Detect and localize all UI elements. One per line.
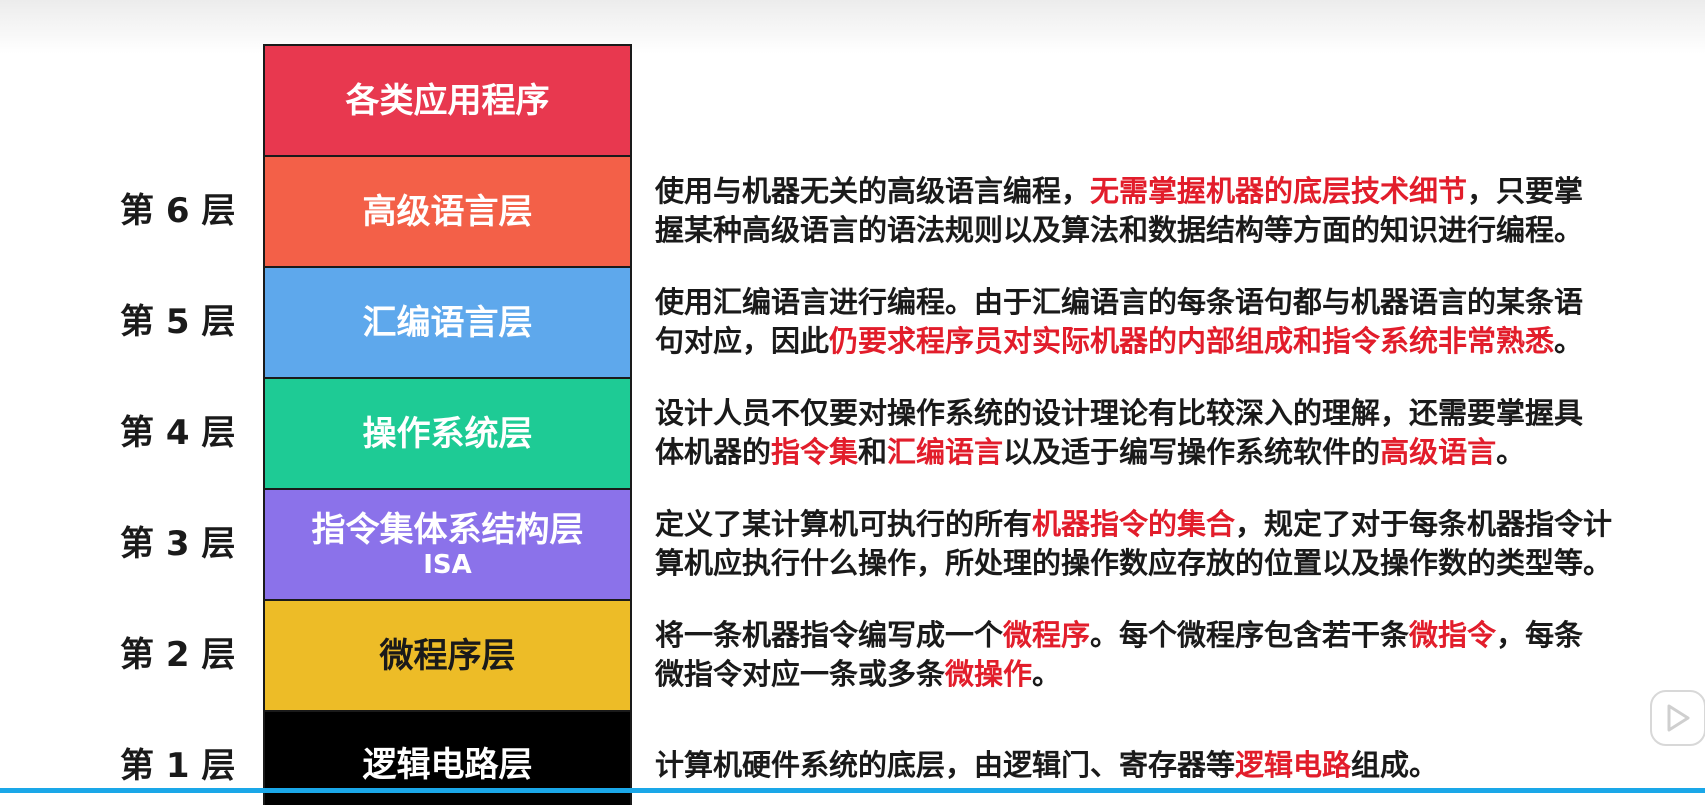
play-button[interactable] bbox=[1650, 690, 1705, 746]
desc-text: 计算机硬件系统的底层，由逻辑门、寄存器等 bbox=[655, 748, 1236, 782]
layer-label-l4: 第 4 层 bbox=[120, 412, 236, 453]
layer-name: 高级语言层 bbox=[362, 191, 533, 232]
layer-name: 操作系统层 bbox=[362, 413, 533, 454]
desc-text: 以及适于编写操作系统软件的 bbox=[1003, 434, 1381, 469]
desc-text: 微指令对应一条或多条 bbox=[655, 656, 946, 691]
layer-desc-l1: 计算机硬件系统的底层，由逻辑门、寄存器等逻辑电路组成。 bbox=[655, 746, 1705, 785]
desc-line: 握某种高级语言的语法规则以及算法和数据结构等方面的知识进行编程。 bbox=[655, 211, 1705, 250]
layer-name: 各类应用程序 bbox=[345, 80, 550, 121]
highlight-text: 微程序 bbox=[1003, 617, 1091, 652]
layer-box-l2: 微程序层 bbox=[265, 601, 630, 712]
highlight-text: 汇编语言 bbox=[887, 434, 1004, 469]
desc-line: 使用与机器无关的高级语言编程，无需掌握机器的底层技术细节，只要掌 bbox=[655, 172, 1705, 211]
highlight-text: 逻辑电路 bbox=[1235, 748, 1352, 782]
desc-text: 句对应，因此 bbox=[655, 323, 830, 358]
layer-desc-l4: 设计人员不仅要对操作系统的设计理论有比较深入的理解，还需要掌握具 体机器的指令集和… bbox=[655, 394, 1705, 472]
play-icon bbox=[1667, 704, 1690, 732]
desc-text: 组成。 bbox=[1351, 748, 1439, 782]
layer-label-l6: 第 6 层 bbox=[120, 190, 236, 231]
layer-label-l5: 第 5 层 bbox=[120, 301, 236, 342]
highlight-text: 微指令 bbox=[1409, 617, 1497, 652]
highlight-text: 指令集 bbox=[771, 434, 859, 469]
desc-text: 算机应执行什么操作，所处理的操作数应存放的位置以及操作数的类型等。 bbox=[655, 545, 1613, 580]
highlight-text: 仍要求程序员对实际机器的内部组成和指令系统非常熟悉 bbox=[829, 323, 1555, 358]
desc-line: 微指令对应一条或多条微操作。 bbox=[655, 655, 1705, 694]
desc-line: 句对应，因此仍要求程序员对实际机器的内部组成和指令系统非常熟悉。 bbox=[655, 322, 1705, 361]
top-fade bbox=[0, 0, 1705, 54]
desc-text: 和 bbox=[858, 434, 888, 469]
layer-name: 微程序层 bbox=[379, 635, 516, 676]
desc-line: 将一条机器指令编写成一个微程序。每个微程序包含若干条微指令，每条 bbox=[655, 616, 1705, 655]
layer-label-l3: 第 3 层 bbox=[120, 523, 236, 564]
layer-box-l4: 操作系统层 bbox=[265, 379, 630, 490]
desc-text: 使用与机器无关的高级语言编程， bbox=[655, 173, 1091, 208]
desc-text: ，规定了对于每条机器指令计 bbox=[1235, 506, 1613, 541]
desc-line: 使用汇编语言进行编程。由于汇编语言的每条语句都与机器语言的某条语 bbox=[655, 283, 1705, 322]
desc-text: 定义了某计算机可执行的所有 bbox=[655, 506, 1033, 541]
layer-name: 汇编语言层 bbox=[362, 302, 533, 343]
layer-box-l5: 汇编语言层 bbox=[265, 268, 630, 379]
layer-name: 指令集体系结构层 bbox=[311, 509, 584, 550]
desc-text: 。 bbox=[1554, 323, 1584, 358]
layer-label-l2: 第 2 层 bbox=[120, 634, 236, 675]
desc-text: 握某种高级语言的语法规则以及算法和数据结构等方面的知识进行编程。 bbox=[655, 212, 1584, 247]
layer-box-l6: 高级语言层 bbox=[265, 157, 630, 268]
desc-text: 使用汇编语言进行编程。由于汇编语言的每条语句都与机器语言的某条语 bbox=[655, 284, 1584, 319]
desc-text: ，每条 bbox=[1496, 617, 1584, 652]
desc-text: 设计人员不仅要对操作系统的设计理论有比较深入的理解，还需要掌握具 bbox=[655, 395, 1584, 430]
highlight-text: 机器指令的集合 bbox=[1032, 506, 1236, 541]
layer-desc-l5: 使用汇编语言进行编程。由于汇编语言的每条语句都与机器语言的某条语 句对应，因此仍要… bbox=[655, 283, 1705, 361]
layer-box-app: 各类应用程序 bbox=[265, 46, 630, 157]
desc-text: ，只要掌 bbox=[1467, 173, 1584, 208]
highlight-text: 高级语言 bbox=[1380, 434, 1497, 469]
desc-text: 。每个微程序包含若干条 bbox=[1090, 617, 1410, 652]
desc-text: 将一条机器指令编写成一个 bbox=[655, 617, 1004, 652]
layer-desc-l2: 将一条机器指令编写成一个微程序。每个微程序包含若干条微指令，每条 微指令对应一条或… bbox=[655, 616, 1705, 694]
desc-line: 设计人员不仅要对操作系统的设计理论有比较深入的理解，还需要掌握具 bbox=[655, 394, 1705, 433]
layer-name: 逻辑电路层 bbox=[362, 745, 533, 785]
desc-line: 体机器的指令集和汇编语言以及适于编写操作系统软件的高级语言。 bbox=[655, 433, 1705, 472]
highlight-text: 微操作 bbox=[945, 656, 1033, 691]
desc-text: 体机器的 bbox=[655, 434, 772, 469]
desc-text: 。 bbox=[1496, 434, 1526, 469]
desc-line: 计算机硬件系统的底层，由逻辑门、寄存器等逻辑电路组成。 bbox=[655, 746, 1705, 785]
highlight-text: 无需掌握机器的底层技术细节 bbox=[1090, 173, 1468, 208]
desc-line: 定义了某计算机可执行的所有机器指令的集合，规定了对于每条机器指令计 bbox=[655, 505, 1705, 544]
layer-label-l1: 第 1 层 bbox=[120, 745, 236, 786]
layer-desc-l6: 使用与机器无关的高级语言编程，无需掌握机器的底层技术细节，只要掌 握某种高级语言的… bbox=[655, 172, 1705, 250]
desc-line: 算机应执行什么操作，所处理的操作数应存放的位置以及操作数的类型等。 bbox=[655, 544, 1705, 583]
layer-desc-l3: 定义了某计算机可执行的所有机器指令的集合，规定了对于每条机器指令计 算机应执行什么… bbox=[655, 505, 1705, 583]
desc-text: 。 bbox=[1032, 656, 1062, 691]
layer-sub-name: ISA bbox=[423, 549, 472, 580]
video-progress-bar[interactable] bbox=[0, 788, 1705, 793]
video-progress-fill bbox=[0, 788, 1705, 793]
layer-box-l3: 指令集体系结构层 ISA bbox=[265, 490, 630, 601]
layer-stack: 各类应用程序 高级语言层汇编语言层操作系统层指令集体系结构层 ISA 微程序层逻辑电路… bbox=[263, 44, 632, 805]
